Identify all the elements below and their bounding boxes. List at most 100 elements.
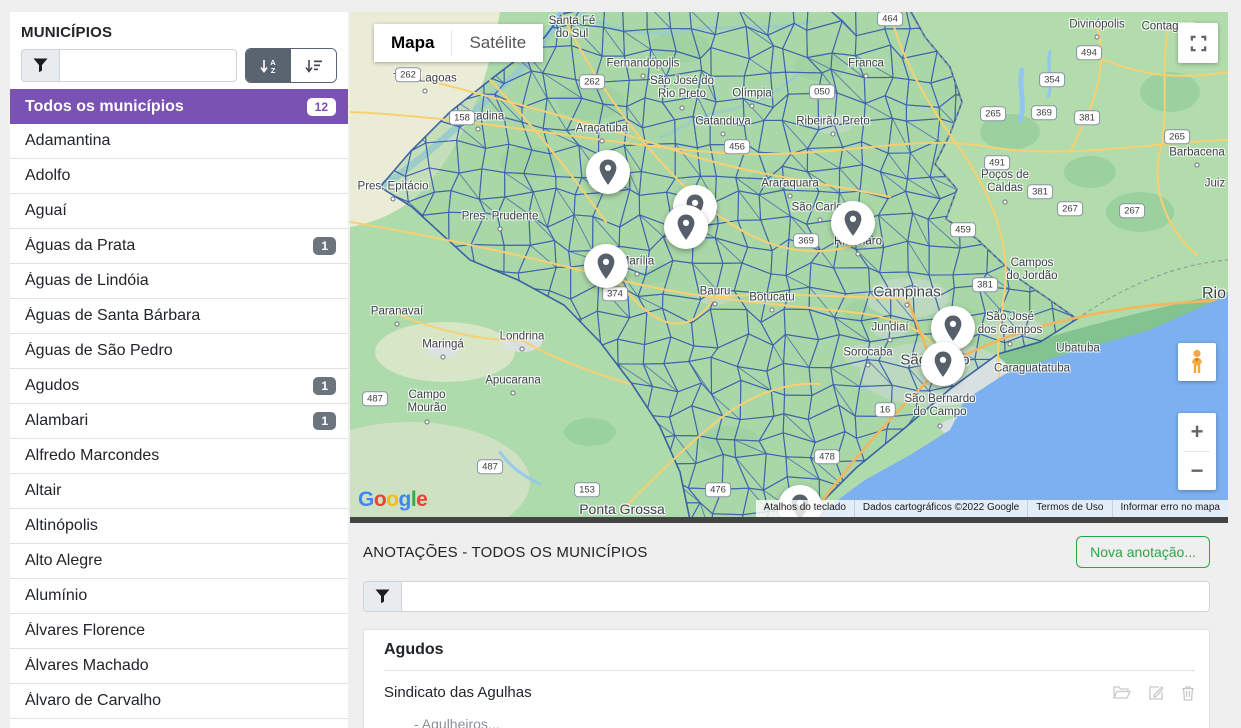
municipality-name: Adamantina [25,132,336,150]
sidebar-item-adolfo[interactable]: Adolfo [10,159,348,194]
map-base-art [350,12,1228,517]
map-marker-7[interactable] [921,342,965,386]
sidebar-item-aguas-de-sao-pedro[interactable]: Águas de São Pedro [10,334,348,369]
annotation-entry-title: Sindicato das Agulhas [384,684,532,701]
report-error-link[interactable]: Informar erro no mapa [1112,500,1229,517]
count-badge: 1 [313,412,336,430]
funnel-icon [33,58,48,73]
municipalities-sidebar: MUNICÍPIOS A Z [10,12,348,728]
sort-amount-down-icon [305,58,323,74]
municipality-name: Todos os municípios [25,98,307,116]
pin-icon [594,252,618,281]
google-logo-letter: e [416,488,427,511]
sidebar-item-aguai[interactable]: Aguaí [10,194,348,229]
sidebar-item-alvares-machado[interactable]: Álvares Machado [10,649,348,684]
trash-icon[interactable] [1181,685,1195,701]
sidebar-item-aguas-da-prata[interactable]: Águas da Prata1 [10,229,348,264]
pin-icon [596,158,620,187]
municipality-name: Alumínio [25,587,336,605]
sidebar-item-aluminio[interactable]: Alumínio [10,579,348,614]
sort-by-count-button[interactable] [291,49,336,82]
sidebar-item-alvaro-de-carvalho[interactable]: Álvaro de Carvalho [10,684,348,719]
pin-icon [674,213,698,242]
terms-link[interactable]: Termos de Uso [1027,500,1111,517]
annotation-group-agudos: Agudos Sindicato das Agulhas - Agulheiros.… [384,641,1195,728]
annotation-actions [1113,685,1195,701]
municipality-name: Águas de Lindóia [25,272,336,290]
sidebar-item-altinopolis[interactable]: Altinópolis [10,509,348,544]
pegman-icon [1187,349,1207,375]
sidebar-item-aguas-de-santa-barbara[interactable]: Águas de Santa Bárbara [10,299,348,334]
municipality-name: Águas de São Pedro [25,342,336,360]
map-marker-1[interactable] [586,150,630,194]
sort-button-group: A Z [245,48,337,83]
keyboard-shortcuts-link[interactable]: Atalhos do teclado [756,500,854,517]
municipality-name: Águas de Santa Bárbara [25,307,336,325]
sidebar-item-alvares-florence[interactable]: Álvares Florence [10,614,348,649]
sidebar-item-adamantina[interactable]: Adamantina [10,124,348,159]
edit-icon[interactable] [1148,685,1164,701]
google-logo-letter: g [399,488,411,511]
annotations-filter-input[interactable] [401,581,1210,612]
municipality-name: Agudos [25,377,313,395]
count-badge: 12 [307,98,336,116]
municipality-name: Álvares Florence [25,622,336,640]
map-type-control: Mapa Satélite [374,24,543,62]
filter-button[interactable] [21,49,59,82]
new-annotation-button[interactable]: Nova anotação... [1076,536,1210,568]
fullscreen-button[interactable] [1178,23,1218,63]
municipality-name: Altair [25,482,336,500]
google-logo-letter: o [386,488,398,511]
map-type-satelite-button[interactable]: Satélite [452,24,543,62]
annotations-filter-button[interactable] [363,581,401,612]
sidebar-item-alfredo-marcondes[interactable]: Alfredo Marcondes [10,439,348,474]
sort-alphabetical-button[interactable]: A Z [246,49,291,82]
annotation-group-municipality: Agudos [384,641,1195,671]
sidebar-filter-row: A Z [10,49,348,82]
municipality-name: Alto Alegre [25,552,336,570]
zoom-control: + − [1178,413,1216,490]
google-logo-letter: o [374,488,386,511]
map-type-mapa-button[interactable]: Mapa [374,24,451,62]
map-marker-4[interactable] [831,201,875,245]
open-folder-icon[interactable] [1113,685,1131,700]
municipality-name: Álvares Machado [25,657,336,675]
google-logo-letter: G [358,488,374,511]
municipality-name: Aguaí [25,202,336,220]
sidebar-item-all-municipalities[interactable]: Todos os municípios 12 [10,89,348,124]
count-badge: 1 [313,237,336,255]
sidebar-item-agudos[interactable]: Agudos1 [10,369,348,404]
map-canvas[interactable]: Santa Fé do SulFernandópolisSão José do … [350,12,1228,517]
map-attribution-bar: Atalhos do teclado Dados cartográficos ©… [756,500,1228,517]
municipality-name: Altinópolis [25,517,336,535]
sort-alpha-down-icon: A Z [260,58,278,74]
pin-icon [841,209,865,238]
pegman-control[interactable] [1178,343,1216,381]
sidebar-item-altair[interactable]: Altair [10,474,348,509]
map-marker-3[interactable] [664,205,708,249]
count-badge: 1 [313,377,336,395]
annotations-filter-row [363,581,1210,612]
funnel-icon [375,589,390,604]
sidebar-title: MUNICÍPIOS [10,12,348,49]
municipality-name: Álvaro de Carvalho [25,692,336,710]
google-logo[interactable]: Google [358,488,427,512]
municipality-filter-input[interactable] [59,49,237,82]
map-marker-5[interactable] [584,244,628,288]
municipality-name: Adolfo [25,167,336,185]
municipality-name: Alfredo Marcondes [25,447,336,465]
map-data-credit: Dados cartográficos ©2022 Google [854,500,1027,517]
fullscreen-icon [1189,34,1208,53]
annotations-header: ANOTAÇÕES - TODOS OS MUNICÍPIOS Nova ano… [363,536,1210,568]
sidebar-item-aguas-de-lindoia[interactable]: Águas de Lindóia [10,264,348,299]
annotation-entry-description: - Agulheiros... [384,716,1195,728]
zoom-in-button[interactable]: + [1178,413,1216,451]
municipality-name: Alambari [25,412,313,430]
sidebar-item-alambari[interactable]: Alambari1 [10,404,348,439]
sidebar-item-alto-alegre[interactable]: Alto Alegre [10,544,348,579]
pin-icon [931,350,955,379]
pin-icon [941,314,965,343]
annotation-entry-row: Sindicato das Agulhas [384,684,1195,701]
zoom-out-button[interactable]: − [1178,452,1216,490]
municipality-name: Águas da Prata [25,237,313,255]
